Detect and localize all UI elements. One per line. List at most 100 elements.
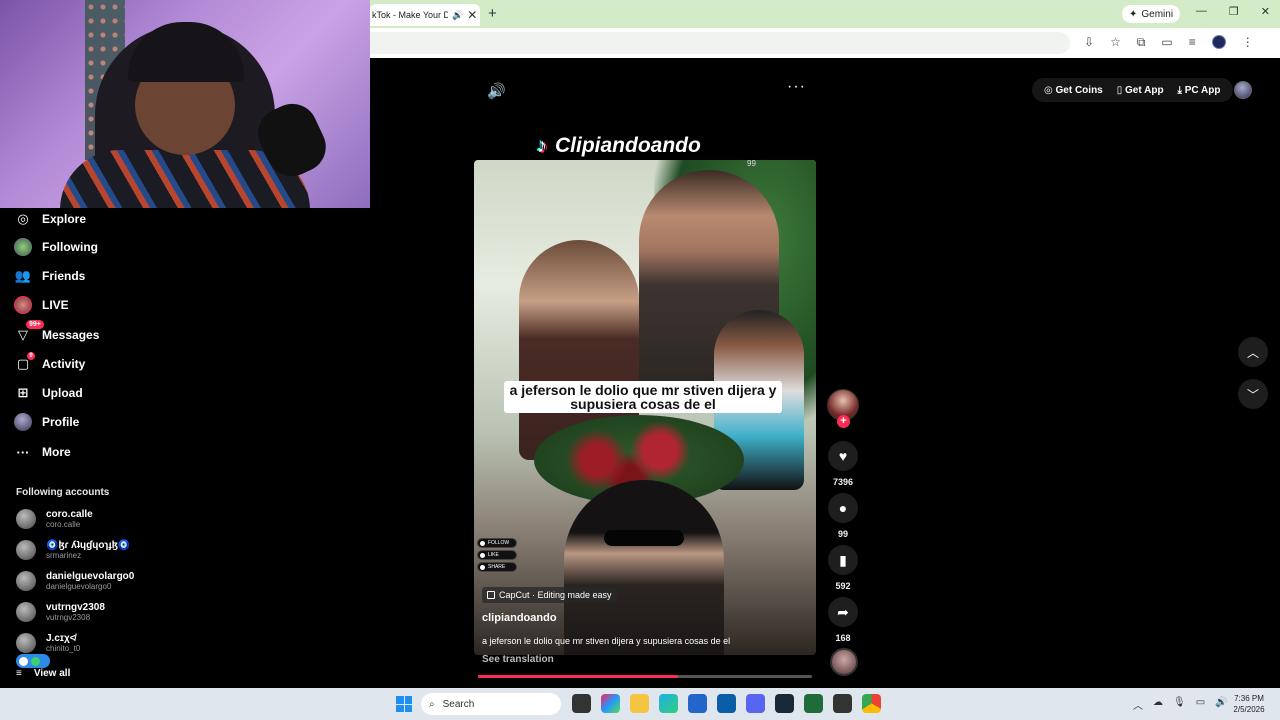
browser-tab-tiktok[interactable]: kTok - Make Your Da 🔊 ✕ (370, 4, 480, 26)
more-options-icon[interactable]: ··· (787, 78, 806, 96)
get-app-button[interactable]: ▯ Get App (1117, 85, 1164, 96)
ms-store-icon[interactable] (688, 694, 707, 713)
install-app-icon[interactable]: ⇩ (1084, 35, 1094, 50)
close-tab-icon[interactable]: ✕ (467, 8, 477, 22)
browser-profile-avatar[interactable] (1211, 35, 1226, 49)
account-avatar (16, 540, 36, 560)
minimize-icon[interactable]: — (1196, 5, 1207, 18)
sidebar-item-label: Following (42, 240, 98, 254)
save-count: 592 (835, 581, 851, 591)
sidebar-item-label: Friends (42, 269, 86, 283)
sidebar-item-following[interactable]: Following (14, 238, 98, 256)
capcut-label: CapCut · Editing made easy (499, 590, 612, 600)
excel-icon[interactable] (804, 694, 823, 713)
sidebar-item-friends[interactable]: 👥 Friends (14, 267, 85, 285)
comment-action[interactable]: ● 99 (826, 493, 860, 539)
person-icon (480, 540, 485, 546)
sidebar-item-label: Profile (42, 415, 80, 429)
file-explorer-icon[interactable] (630, 694, 649, 713)
sidebar-item-label: More (42, 445, 71, 459)
sidebar: ◎ Explore Following 👥 Friends LIVE ▽ 99+ … (0, 208, 240, 688)
compass-icon: ◎ (17, 211, 29, 226)
account-avatar (16, 509, 36, 529)
messages-badge: 99+ (26, 320, 44, 329)
webcam-overlay (0, 0, 370, 208)
live-avatar-icon (14, 296, 32, 314)
share-arrow-icon[interactable]: ➦ (828, 597, 858, 627)
user-avatar[interactable] (1234, 81, 1252, 99)
next-video-button[interactable]: ﹀ (1238, 379, 1268, 409)
address-bar[interactable] (370, 32, 1070, 54)
sidebar-item-label: Activity (42, 357, 86, 371)
tray-mic-icon[interactable]: 🎙 (1173, 697, 1186, 712)
tray-chevron-icon[interactable]: ︿ (1133, 697, 1143, 712)
music-disc-avatar[interactable] (830, 648, 858, 676)
capcut-tag[interactable]: CapCut · Editing made easy (482, 587, 617, 603)
extension-bubble[interactable] (16, 654, 50, 668)
windows-start-icon[interactable] (396, 696, 412, 712)
obs-icon[interactable] (833, 694, 852, 713)
taskbar-search[interactable]: ⌕ Search (421, 693, 561, 715)
profile-avatar-icon (14, 413, 32, 431)
more-dots-icon: ··· (16, 444, 30, 460)
following-account[interactable]: danielguevolargo0 danielguevolargo0 (16, 571, 134, 591)
get-coins-button[interactable]: ◎ Get Coins (1044, 85, 1103, 96)
restore-icon[interactable]: ❐ (1229, 5, 1239, 18)
outlook-icon[interactable] (717, 694, 736, 713)
bookmark-star-icon[interactable]: ☆ (1110, 35, 1121, 50)
media-control-icon[interactable]: ≡ (1189, 35, 1196, 50)
mini-label: FOLLOW (488, 540, 510, 546)
like-action[interactable]: ♥ 7396 (826, 441, 860, 487)
discord-icon[interactable] (746, 694, 765, 713)
following-account[interactable]: vutrngv2308 vutrngv2308 (16, 602, 105, 622)
top-actions: ◎ Get Coins ▯ Get App ⤓ PC App (1032, 78, 1233, 102)
save-action[interactable]: ▮ 592 (826, 545, 860, 591)
bookmark-icon[interactable]: ▮ (828, 545, 858, 575)
volume-icon[interactable]: 🔊 (487, 82, 506, 100)
sidebar-item-more[interactable]: ··· More (14, 443, 71, 461)
browser-tabbar: kTok - Make Your Da 🔊 ✕ + ✦ Gemini — ❐ ✕ (370, 0, 1280, 28)
task-view-icon[interactable] (572, 694, 591, 713)
sidebar-item-profile[interactable]: Profile (14, 413, 79, 431)
close-window-icon[interactable]: ✕ (1261, 5, 1270, 18)
gemini-label: Gemini (1141, 8, 1174, 20)
share-action[interactable]: ➦ 168 (826, 597, 860, 643)
mini-label: LIKE (488, 552, 499, 558)
following-account[interactable]: J.cɪχ≮ chinito_t0 (16, 633, 80, 653)
sidebar-item-explore[interactable]: ◎ Explore (14, 210, 86, 228)
comment-icon[interactable]: ● (828, 493, 858, 523)
see-translation-link[interactable]: See translation (482, 654, 554, 665)
follow-plus-icon[interactable]: + (837, 415, 850, 428)
sidebar-item-messages[interactable]: ▽ 99+ Messages (14, 320, 99, 344)
following-account[interactable]: 🧿ɮɾ ʎʇɥɠɥoɿɟɮ🧿 srmarinez (16, 540, 130, 560)
video-girl (564, 480, 724, 655)
cast-icon[interactable]: ▭ (1161, 35, 1172, 50)
browser-menu-icon[interactable]: ⋮ (1242, 35, 1254, 50)
activity-badge: 9 (27, 352, 35, 360)
taskbar-clock[interactable]: 7:36 PM 2/5/2026 (1226, 693, 1272, 715)
extensions-icon[interactable]: ⧉ (1137, 35, 1146, 50)
new-tab-icon[interactable]: + (488, 5, 497, 22)
steam-icon[interactable] (775, 694, 794, 713)
heart-icon[interactable]: ♥ (828, 441, 858, 471)
pc-app-button[interactable]: ⤓ PC App (1178, 85, 1221, 96)
view-all-button[interactable]: ≡ View all (16, 668, 70, 679)
previous-video-button[interactable]: ︿ (1238, 337, 1268, 367)
sidebar-item-activity[interactable]: ▢ 9 Activity (14, 352, 86, 373)
search-placeholder: Search (442, 698, 475, 710)
edge-icon[interactable] (659, 694, 678, 713)
account-username: vutrngv2308 (46, 613, 91, 622)
following-account[interactable]: coro.calle coro.calle (16, 509, 93, 529)
video-author[interactable]: clipiandoando (482, 612, 557, 624)
video-top-count: 99 (747, 159, 756, 168)
gemini-button[interactable]: ✦ Gemini (1122, 5, 1181, 23)
sidebar-item-upload[interactable]: ⊞ Upload (14, 384, 83, 402)
tab-audio-icon[interactable]: 🔊 (452, 10, 463, 21)
store-app-icon[interactable] (601, 694, 620, 713)
upload-plus-icon: ⊞ (17, 385, 29, 400)
video-progress-bar[interactable] (478, 675, 812, 678)
tray-app-icon[interactable]: ☁ (1153, 697, 1163, 712)
chrome-icon[interactable] (862, 694, 881, 713)
tray-network-icon[interactable]: ▭ (1196, 697, 1205, 712)
sidebar-item-live[interactable]: LIVE (14, 296, 69, 314)
